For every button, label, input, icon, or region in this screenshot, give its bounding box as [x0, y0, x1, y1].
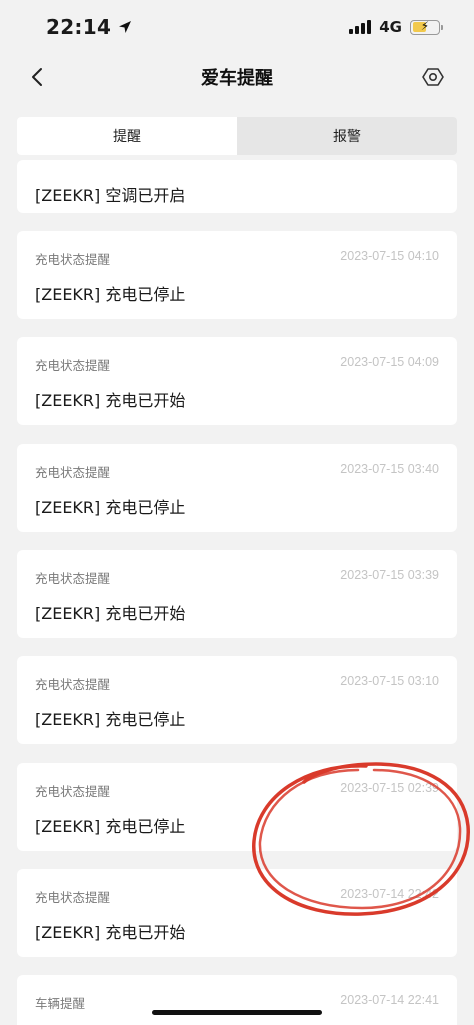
tab-reminders[interactable]: 提醒 [17, 117, 237, 155]
notification-card[interactable]: 充电状态提醒 2023-07-15 03:40 [ZEEKR] 充电已停止 [17, 444, 457, 532]
notification-timestamp: 2023-07-15 04:10 [340, 249, 439, 263]
notification-card[interactable]: 充电状态提醒 2023-07-15 02:39 [ZEEKR] 充电已停止 [17, 763, 457, 851]
notification-category: 充电状态提醒 [35, 890, 111, 905]
notification-message: [ZEEKR] 充电已停止 [35, 498, 186, 517]
notification-message: [ZEEKR] 充电已开始 [35, 923, 186, 942]
notification-timestamp: 2023-07-15 03:10 [340, 674, 439, 688]
notification-category: 充电状态提醒 [35, 784, 111, 799]
notification-timestamp: 2023-07-15 03:40 [340, 462, 439, 476]
notification-card[interactable]: 充电状态提醒 2023-07-15 03:39 [ZEEKR] 充电已开始 [17, 550, 457, 638]
notification-message: [ZEEKR] 充电已停止 [35, 817, 186, 836]
notification-card[interactable]: [ZEEKR] 空调已开启 [17, 160, 457, 213]
tab-alarms[interactable]: 报警 [237, 117, 457, 155]
notification-message: [ZEEKR] 充电已开始 [35, 604, 186, 623]
notification-timestamp: 2023-07-15 02:39 [340, 781, 439, 795]
notification-category: 充电状态提醒 [35, 465, 111, 480]
notification-message: [ZEEKR] 充电已停止 [35, 710, 186, 729]
notification-card[interactable]: 车辆提醒 2023-07-14 22:41 [17, 975, 457, 1025]
tab-bar: 提醒 报警 [17, 117, 457, 155]
notification-timestamp: 2023-07-14 22:42 [340, 887, 439, 901]
notification-card[interactable]: 充电状态提醒 2023-07-15 03:10 [ZEEKR] 充电已停止 [17, 656, 457, 744]
notification-card[interactable]: 充电状态提醒 2023-07-14 22:42 [ZEEKR] 充电已开始 [17, 869, 457, 957]
notification-category: 充电状态提醒 [35, 358, 111, 373]
notification-category: 车辆提醒 [35, 996, 86, 1011]
notification-category: 充电状态提醒 [35, 252, 111, 267]
notification-timestamp: 2023-07-15 04:09 [340, 355, 439, 369]
notification-timestamp: 2023-07-15 03:39 [340, 568, 439, 582]
notification-message: [ZEEKR] 充电已开始 [35, 391, 186, 410]
notification-message: [ZEEKR] 充电已停止 [35, 285, 186, 304]
home-indicator [152, 1010, 322, 1015]
notification-category: 充电状态提醒 [35, 677, 111, 692]
notification-category: 充电状态提醒 [35, 571, 111, 586]
notification-timestamp: 2023-07-14 22:41 [340, 993, 439, 1007]
notification-card[interactable]: 充电状态提醒 2023-07-15 04:10 [ZEEKR] 充电已停止 [17, 231, 457, 319]
notification-message: [ZEEKR] 空调已开启 [35, 186, 186, 205]
notification-card[interactable]: 充电状态提醒 2023-07-15 04:09 [ZEEKR] 充电已开始 [17, 337, 457, 425]
